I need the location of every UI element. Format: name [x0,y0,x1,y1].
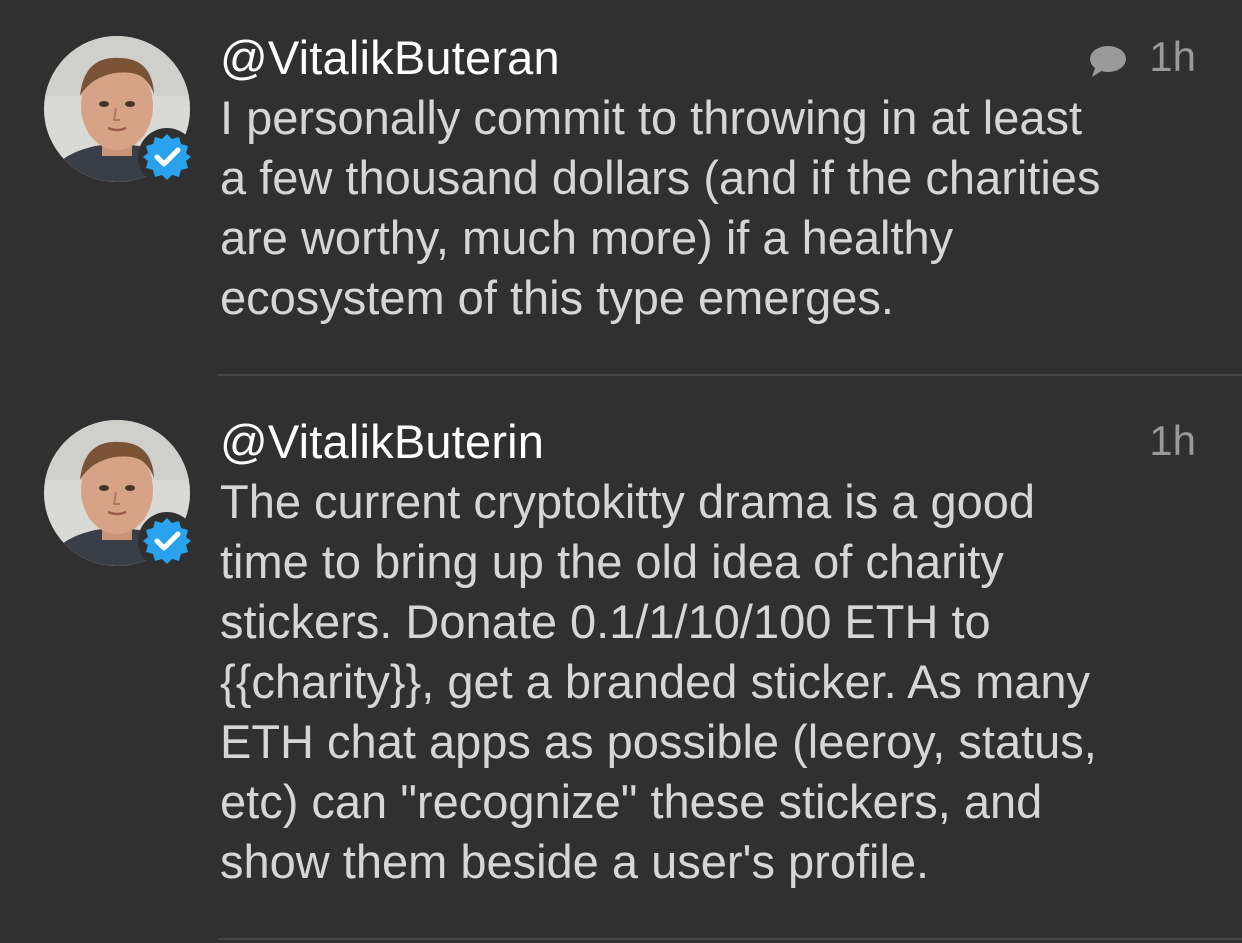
tweet-meta: 1h [1089,33,1196,81]
divider [218,938,1242,940]
tweet-timeline: @VitalikButeran 1h I personally commit t… [0,0,1242,943]
tweet-handle[interactable]: @VitalikButeran [220,30,560,85]
tweet-text: I personally commit to throwing in at le… [220,91,1101,324]
avatar-container[interactable] [44,36,196,186]
tweet-meta: 1h [1149,417,1196,465]
tweet-item[interactable]: @VitalikButerin 1h The current cryptokit… [0,376,1242,940]
tweet-timestamp: 1h [1149,417,1196,464]
tweet-timestamp: 1h [1149,33,1196,80]
speech-bubble-icon[interactable] [1089,40,1127,77]
verified-badge-icon [138,512,196,570]
tweet-text: The current cryptokitty drama is a good … [220,475,1097,888]
tweet-item[interactable]: @VitalikButeran 1h I personally commit t… [0,0,1242,376]
tweet-handle[interactable]: @VitalikButerin [220,414,544,469]
verified-badge-icon [138,128,196,186]
avatar-container[interactable] [44,420,196,570]
